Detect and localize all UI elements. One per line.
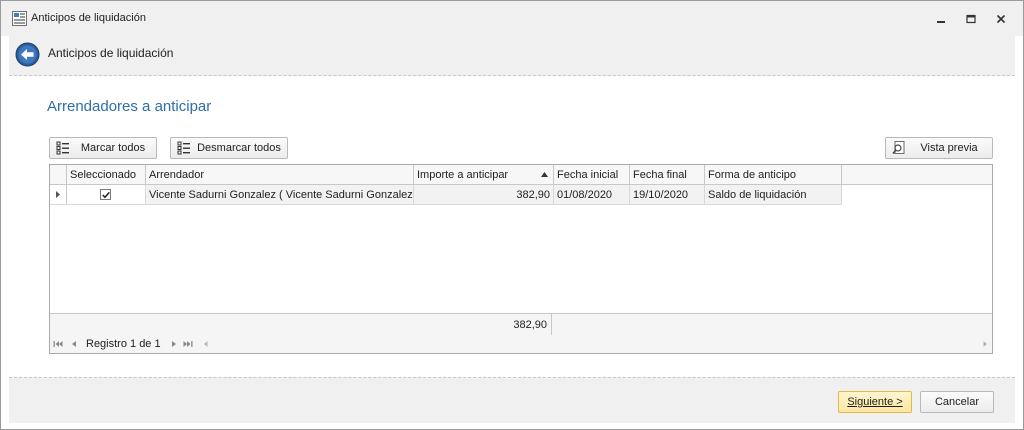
column-header-seleccionado[interactable]: Seleccionado — [67, 165, 146, 185]
scroll-left-icon[interactable] — [201, 339, 211, 349]
column-header-fecha-final[interactable]: Fecha final — [630, 165, 705, 185]
next-button[interactable]: Siguiente > — [838, 391, 912, 413]
preview-label: Vista previa — [920, 142, 978, 154]
row-pointer-icon — [56, 191, 60, 198]
mark-all-label: Marcar todos — [80, 142, 146, 154]
cell-seleccionado[interactable] — [67, 185, 146, 205]
cell-fecha-inicial: 01/08/2020 — [554, 185, 630, 205]
window: Anticipos de liquidación Anticipos de li… — [0, 0, 1024, 430]
unmark-all-label: Desmarcar todos — [197, 142, 281, 154]
grid-header: Seleccionado Arrendador Importe a antici… — [50, 165, 992, 185]
sort-ascending-icon — [541, 172, 548, 177]
previous-record-icon[interactable] — [69, 339, 79, 349]
last-record-icon[interactable] — [183, 339, 193, 349]
row-indicator — [50, 185, 67, 205]
app-icon — [12, 11, 27, 26]
mark-all-button[interactable]: Marcar todos — [49, 137, 157, 159]
record-counter: Registro 1 de 1 — [86, 338, 161, 350]
next-record-icon[interactable] — [169, 339, 179, 349]
selected-checkbox[interactable] — [100, 189, 111, 200]
unmark-all-button[interactable]: Desmarcar todos — [170, 137, 288, 159]
action-bar: Siguiente > Cancelar — [9, 377, 1015, 423]
cancel-label: Cancelar — [934, 396, 980, 408]
grid-footer: 382,90 — [50, 313, 992, 336]
cell-fecha-final: 19/10/2020 — [630, 185, 705, 205]
cell-importe: 382,90 — [414, 185, 554, 205]
column-header-importe-label: Importe a anticipar — [417, 169, 509, 181]
checkmark-icon — [102, 191, 110, 199]
column-header-importe[interactable]: Importe a anticipar — [414, 165, 554, 185]
title-bar: Anticipos de liquidación — [1, 1, 1023, 36]
maximize-button[interactable] — [957, 9, 985, 29]
column-header-forma-anticipo[interactable]: Forma de anticipo — [705, 165, 842, 185]
section-title: Arrendadores a anticipar — [47, 98, 212, 115]
back-arrow-icon[interactable] — [15, 42, 40, 67]
wizard-header: Anticipos de liquidación — [9, 36, 1015, 76]
close-button[interactable] — [987, 9, 1015, 29]
cell-arrendador: Vicente Sadurni Gonzalez ( Vicente Sadur… — [146, 185, 419, 205]
minimize-icon — [937, 21, 945, 23]
column-header-fecha-inicial[interactable]: Fecha inicial — [554, 165, 630, 185]
maximize-icon — [966, 14, 976, 24]
indicator-header — [50, 165, 67, 185]
column-header-arrendador[interactable]: Arrendador — [146, 165, 414, 185]
header-title: Anticipos de liquidación — [48, 46, 174, 60]
first-record-icon[interactable] — [53, 339, 63, 349]
window-title: Anticipos de liquidación — [31, 12, 146, 24]
table-row[interactable]: Vicente Sadurni Gonzalez ( Vicente Sadur… — [50, 185, 992, 205]
content-panel: Arrendadores a anticipar Marcar todos De… — [9, 77, 1015, 375]
scroll-right-icon[interactable] — [980, 339, 990, 349]
footer-total-importe: 382,90 — [412, 314, 552, 336]
record-navigator: Registro 1 de 1 — [50, 335, 992, 353]
data-grid: Seleccionado Arrendador Importe a antici… — [49, 164, 993, 354]
minimize-button[interactable] — [927, 9, 955, 29]
close-icon — [996, 14, 1006, 24]
cancel-button[interactable]: Cancelar — [920, 391, 994, 413]
cell-forma-anticipo: Saldo de liquidación — [705, 185, 842, 205]
preview-button[interactable]: Vista previa — [885, 137, 993, 159]
next-label: Siguiente > — [847, 396, 903, 408]
